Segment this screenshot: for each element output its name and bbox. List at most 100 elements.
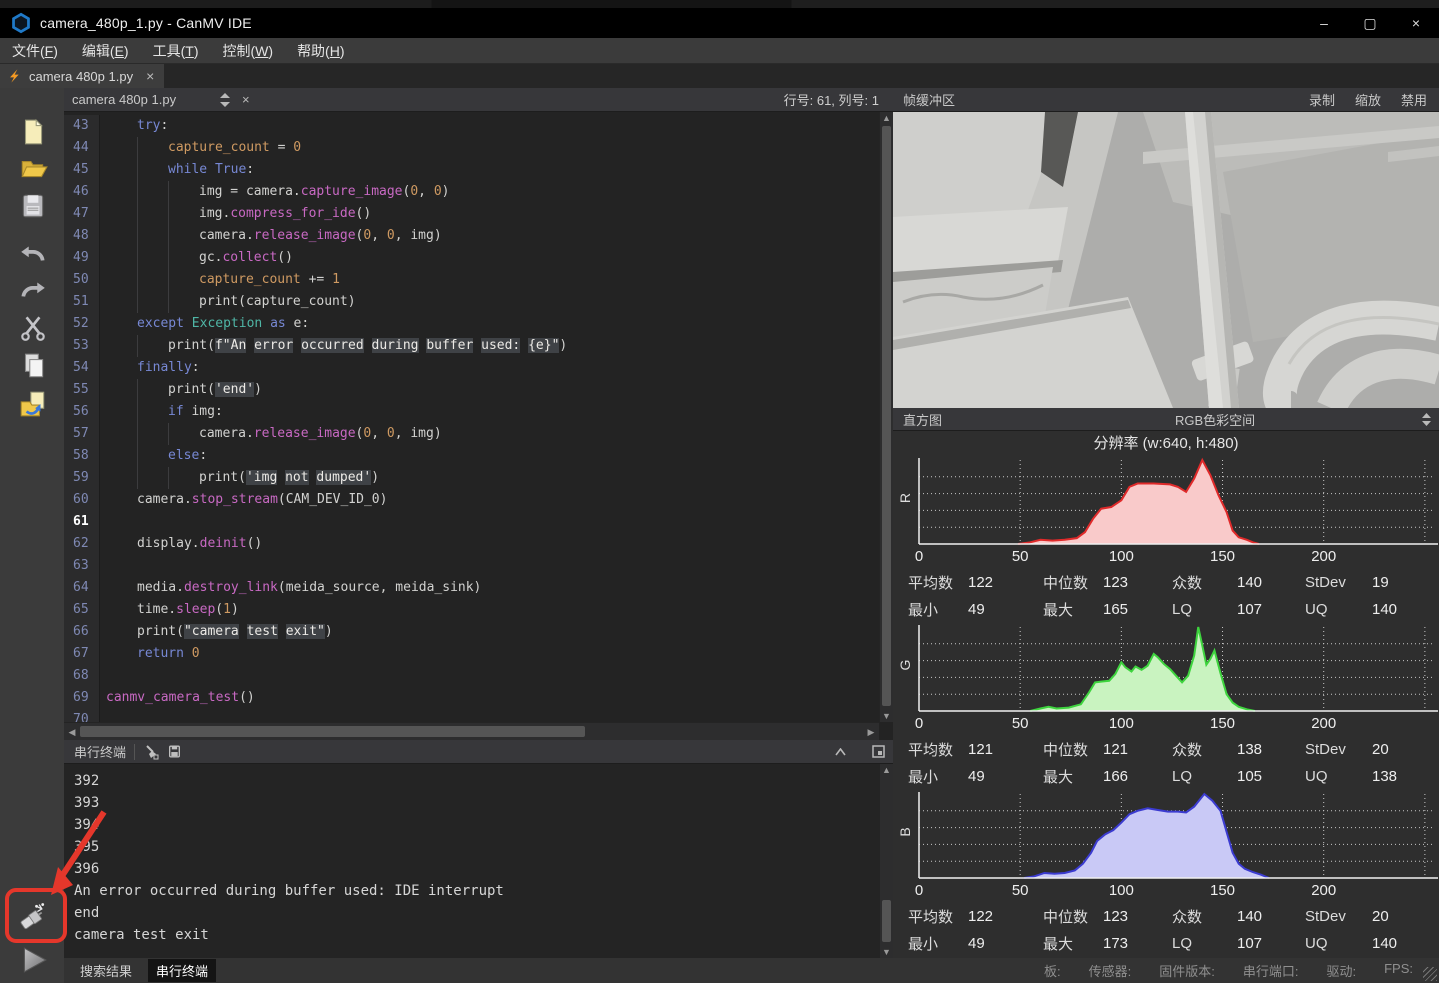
close-button[interactable]: × <box>1393 8 1439 38</box>
terminal-line: 393 <box>74 792 879 814</box>
tab-close-icon[interactable]: × <box>146 68 154 84</box>
status-field: 传感器: <box>1089 961 1132 980</box>
clear-terminal-icon[interactable] <box>143 744 159 760</box>
bottom-tab-active[interactable]: 串行终端 <box>148 959 216 982</box>
menu-item[interactable]: 控制(W) <box>211 39 286 63</box>
stat-label: 最小 <box>908 599 968 620</box>
frame-buffer-button[interactable]: 录制 <box>1309 90 1335 109</box>
stat-label: StDev <box>1305 741 1372 758</box>
frame-buffer-button[interactable]: 缩放 <box>1355 90 1381 109</box>
code-line: 47img.compress_for_ide() <box>64 203 879 225</box>
terminal-line: 394 <box>74 814 879 836</box>
code-line: 45while True: <box>64 159 879 181</box>
stat-value: 140 <box>1372 935 1397 952</box>
x-tick-label: 100 <box>1109 715 1134 732</box>
x-tick-label: 150 <box>1210 715 1235 732</box>
title-bar: camera_480p_1.py - CanMV IDE – ▢ × <box>0 8 1439 38</box>
terminal-output: 392393394395396An error occurred during … <box>64 764 879 958</box>
bottom-tab-inactive[interactable]: 搜索结果 <box>72 959 140 982</box>
cut-button[interactable] <box>15 312 51 346</box>
stat-value: 107 <box>1237 935 1305 952</box>
resize-grip[interactable] <box>1423 967 1437 981</box>
code-line: 58else: <box>64 445 879 467</box>
frame-buffer-panel: 帧缓冲区 录制缩放禁用 <box>893 88 1439 958</box>
copy-icon <box>18 351 48 381</box>
cursor-position-status: 行号: 61, 列号: 1 <box>784 90 893 109</box>
tab-camera-480p-1-py[interactable]: camera 480p 1.py × <box>0 64 164 88</box>
terminal-line: 395 <box>74 836 879 858</box>
line-number: 45 <box>64 159 100 181</box>
terminal-line: An error occurred during buffer used: ID… <box>74 880 879 902</box>
menu-item[interactable]: 文件(F) <box>0 39 70 63</box>
colorspace-dropdown[interactable]: RGB色彩空间 <box>1175 410 1255 429</box>
code-line: 46img = camera.capture_image(0, 0) <box>64 181 879 203</box>
stats-row: 最小49最大165LQ107UQ140 <box>893 596 1439 623</box>
editor-close-icon[interactable]: × <box>242 92 250 107</box>
line-number: 66 <box>64 621 100 643</box>
x-tick-label: 50 <box>1012 715 1029 732</box>
line-number: 49 <box>64 247 100 269</box>
terminal-title: 串行终端 <box>64 742 126 761</box>
code-line: 68 <box>64 665 879 687</box>
x-axis-labels: 050100150200 <box>893 882 1439 904</box>
editor-horizontal-scrollbar[interactable]: ◀ ▶ <box>64 722 879 740</box>
line-number: 69 <box>64 687 100 709</box>
play-icon <box>18 945 48 975</box>
paste-icon <box>18 389 48 419</box>
toolbar-sidebar <box>0 88 64 983</box>
frame-buffer-button[interactable]: 禁用 <box>1401 90 1427 109</box>
stat-label: 平均数 <box>908 739 968 760</box>
run-script-button[interactable] <box>15 944 51 978</box>
maximize-button[interactable]: ▢ <box>1347 8 1393 38</box>
line-number: 47 <box>64 203 100 225</box>
stat-value: 138 <box>1372 768 1397 785</box>
save-log-icon[interactable] <box>167 744 182 759</box>
new-file-button[interactable] <box>15 116 51 150</box>
open-file-button[interactable] <box>15 152 51 186</box>
stat-value: 107 <box>1237 601 1305 618</box>
editor-vertical-scrollbar[interactable]: ▲ ▼ <box>879 112 893 722</box>
menu-item[interactable]: 工具(T) <box>141 39 211 63</box>
document-tab-bar: camera 480p 1.py × <box>0 64 1439 88</box>
split-editor-icon[interactable] <box>220 93 230 107</box>
histogram-plot <box>893 456 1439 548</box>
stat-label: 最大 <box>1043 933 1103 954</box>
line-number: 50 <box>64 269 100 291</box>
minimize-button[interactable]: – <box>1301 8 1347 38</box>
copy-button[interactable] <box>15 350 51 384</box>
stat-label: 众数 <box>1172 739 1237 760</box>
stat-value: 165 <box>1103 601 1172 618</box>
line-number: 46 <box>64 181 100 203</box>
x-axis-labels: 050100150200 <box>893 715 1439 737</box>
code-line: 54finally: <box>64 357 879 379</box>
stat-label: 中位数 <box>1043 572 1103 593</box>
line-number: 54 <box>64 357 100 379</box>
editor-filename: camera 480p 1.py <box>64 92 214 107</box>
code-editor-panel: camera 480p 1.py × 行号: 61, 列号: 1 43try:4… <box>64 88 893 740</box>
stat-label: 中位数 <box>1043 906 1103 927</box>
stat-label: LQ <box>1172 935 1237 952</box>
collapse-panel-icon[interactable] <box>835 748 846 756</box>
connect-button[interactable] <box>15 893 51 941</box>
status-field: FPS: <box>1384 961 1413 980</box>
line-number: 63 <box>64 555 100 577</box>
redo-button[interactable] <box>15 274 51 308</box>
canmv-ide-window: camera_480p_1.py - CanMV IDE – ▢ × 文件(F)… <box>0 0 1439 983</box>
code-line: 60camera.stop_stream(CAM_DEV_ID_0) <box>64 489 879 511</box>
stat-label: UQ <box>1305 601 1372 618</box>
stat-value: 122 <box>968 908 1043 925</box>
x-tick-label: 150 <box>1210 548 1235 565</box>
code-line: 55print('end') <box>64 379 879 401</box>
save-button[interactable] <box>15 190 51 224</box>
terminal-line: camera test exit <box>74 924 879 946</box>
colorspace-dropdown-icon[interactable] <box>1422 413 1431 426</box>
stat-value: 140 <box>1237 908 1305 925</box>
stat-value: 20 <box>1372 741 1389 758</box>
undo-button[interactable] <box>15 238 51 272</box>
terminal-scrollbar[interactable]: ▲ ▼ <box>879 764 893 958</box>
menu-item[interactable]: 编辑(E) <box>70 39 141 63</box>
menu-item[interactable]: 帮助(H) <box>285 39 356 63</box>
detach-panel-icon[interactable] <box>872 745 885 758</box>
paste-button[interactable] <box>15 388 51 422</box>
code-area[interactable]: 43try:44capture_count = 045while True:46… <box>64 112 879 722</box>
